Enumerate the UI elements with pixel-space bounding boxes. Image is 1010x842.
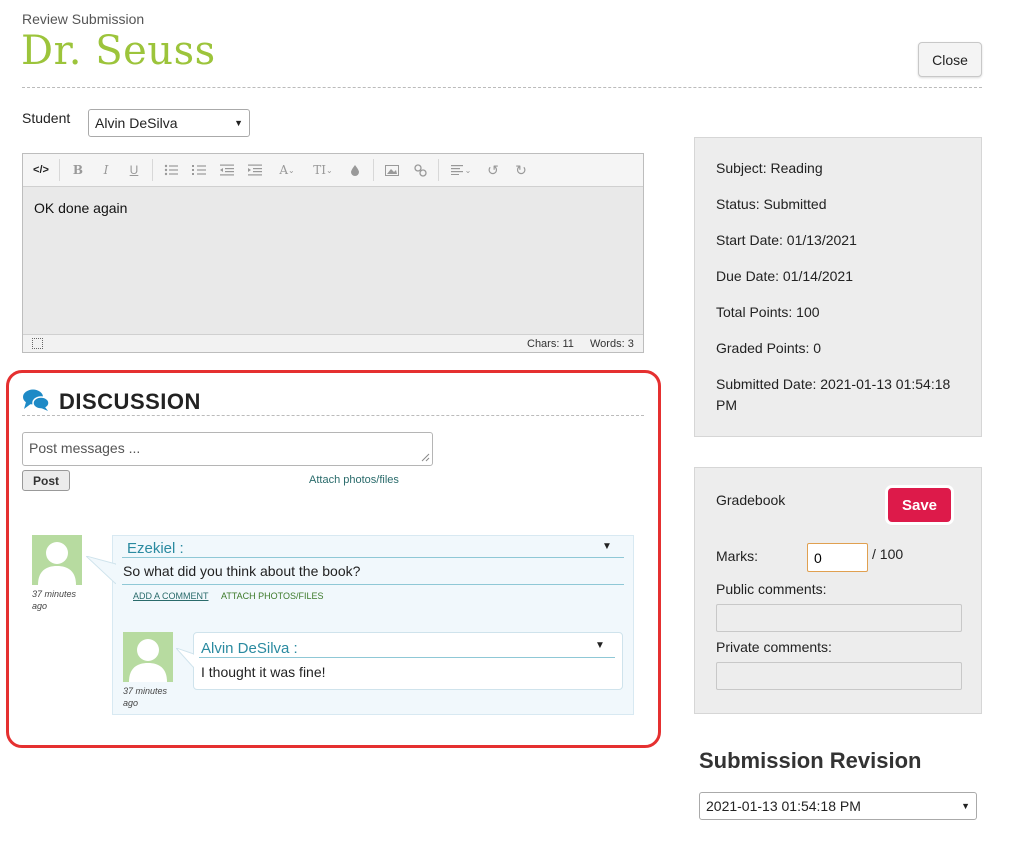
submission-editor[interactable]: </> B I U A ⌄ TI ⌄ ⌄ ↺ ↻ OK done again C… xyxy=(22,153,644,353)
comment-author: Ezekiel : xyxy=(127,540,184,557)
bold-icon[interactable]: B xyxy=(64,159,92,181)
code-view-icon[interactable]: </> xyxy=(27,159,55,181)
add-comment-link[interactable]: ADD A COMMENT xyxy=(133,591,209,601)
info-start-date: Start Date: 01/13/2021 xyxy=(716,232,857,248)
discussion-divider xyxy=(22,415,644,416)
user-silhouette-icon xyxy=(123,632,173,682)
gradebook-title: Gradebook xyxy=(716,492,786,508)
comment-text: So what did you think about the book? xyxy=(123,563,361,579)
reply-menu-caret-icon[interactable]: ▼ xyxy=(595,640,605,651)
comment-time: 37 minutes ago xyxy=(32,589,77,611)
submission-revision-title: Submission Revision xyxy=(699,748,922,773)
chat-bubbles-icon xyxy=(23,389,50,411)
char-count: Chars: 11 xyxy=(527,338,574,350)
comment-divider xyxy=(122,557,624,558)
save-button[interactable]: Save xyxy=(888,488,951,522)
reply-divider xyxy=(199,657,615,658)
bubble-pointer xyxy=(86,556,116,584)
revision-select-value: 2021-01-13 01:54:18 PM xyxy=(706,798,861,814)
undo-icon[interactable]: ↺ xyxy=(479,159,507,181)
toolbar-separator xyxy=(373,159,374,181)
bubble-pointer xyxy=(176,648,194,668)
public-comments-label: Public comments: xyxy=(716,581,827,597)
review-submission-label: Review Submission xyxy=(22,11,145,27)
header-divider xyxy=(22,87,982,88)
editor-toolbar: </> B I U A ⌄ TI ⌄ ⌄ ↺ ↻ xyxy=(23,154,643,187)
close-button[interactable]: Close xyxy=(918,42,982,77)
link-icon[interactable] xyxy=(406,159,434,181)
page-title: Dr. Seuss xyxy=(21,28,216,74)
editor-statusbar: Chars: 11 Words: 3 xyxy=(23,334,643,352)
textarea-resize-icon[interactable] xyxy=(420,452,430,462)
marks-input[interactable] xyxy=(807,543,868,572)
redo-icon[interactable]: ↻ xyxy=(507,159,535,181)
info-total-points: Total Points: 100 xyxy=(716,304,820,320)
info-subject: Subject: Reading xyxy=(716,160,823,176)
private-comments-label: Private comments: xyxy=(716,639,832,655)
text-size-icon[interactable]: TI ⌄ xyxy=(305,159,341,181)
user-silhouette-icon xyxy=(32,535,82,585)
resize-icon[interactable] xyxy=(32,338,43,349)
public-comments-input[interactable] xyxy=(716,604,962,632)
private-comments-input[interactable] xyxy=(716,662,962,690)
word-count: Words: 3 xyxy=(590,338,634,350)
reply-text: I thought it was fine! xyxy=(201,664,326,680)
post-message-input[interactable] xyxy=(22,432,433,466)
outdent-icon[interactable] xyxy=(213,159,241,181)
toolbar-separator xyxy=(59,159,60,181)
numbered-list-icon[interactable] xyxy=(185,159,213,181)
student-select[interactable]: Alvin DeSilva ▼ xyxy=(88,109,250,137)
student-select-value: Alvin DeSilva xyxy=(95,115,178,131)
font-icon[interactable]: A ⌄ xyxy=(269,159,305,181)
student-label: Student xyxy=(22,110,71,126)
color-drop-icon[interactable] xyxy=(341,159,369,181)
marks-label: Marks: xyxy=(716,548,758,564)
reply-author: Alvin DeSilva : xyxy=(201,640,298,657)
discussion-title: DISCUSSION xyxy=(59,389,201,414)
align-icon[interactable]: ⌄ xyxy=(443,159,479,181)
chevron-down-icon: ▼ xyxy=(961,801,970,811)
underline-icon[interactable]: U xyxy=(120,159,148,181)
revision-select[interactable]: 2021-01-13 01:54:18 PM ▼ xyxy=(699,792,977,820)
avatar xyxy=(32,535,82,585)
post-button[interactable]: Post xyxy=(22,470,70,491)
info-graded-points: Graded Points: 0 xyxy=(716,340,822,356)
chevron-down-icon: ▼ xyxy=(234,118,243,128)
comment-divider xyxy=(122,584,624,585)
gradebook-panel: Gradebook Save Marks: / 100 Public comme… xyxy=(694,467,982,714)
toolbar-separator xyxy=(438,159,439,181)
comment-menu-caret-icon[interactable]: ▼ xyxy=(602,541,612,552)
image-icon[interactable] xyxy=(378,159,406,181)
info-status: Status: Submitted xyxy=(716,196,827,212)
avatar xyxy=(123,632,173,682)
attach-photos-link[interactable]: ATTACH PHOTOS/FILES xyxy=(221,591,324,601)
bullet-list-icon[interactable] xyxy=(157,159,185,181)
indent-icon[interactable] xyxy=(241,159,269,181)
toolbar-separator xyxy=(152,159,153,181)
attach-files-link[interactable]: Attach photos/files xyxy=(309,474,399,486)
info-due-date: Due Date: 01/14/2021 xyxy=(716,268,853,284)
editor-content[interactable]: OK done again xyxy=(34,200,127,216)
reply-time: 37 minutes ago xyxy=(123,686,168,708)
marks-total: / 100 xyxy=(872,546,904,562)
italic-icon[interactable]: I xyxy=(92,159,120,181)
assignment-info-panel: Subject: Reading Status: Submitted Start… xyxy=(694,137,982,437)
info-submitted-date: Submitted Date: 2021-01-13 01:54:18 PM xyxy=(716,376,951,413)
